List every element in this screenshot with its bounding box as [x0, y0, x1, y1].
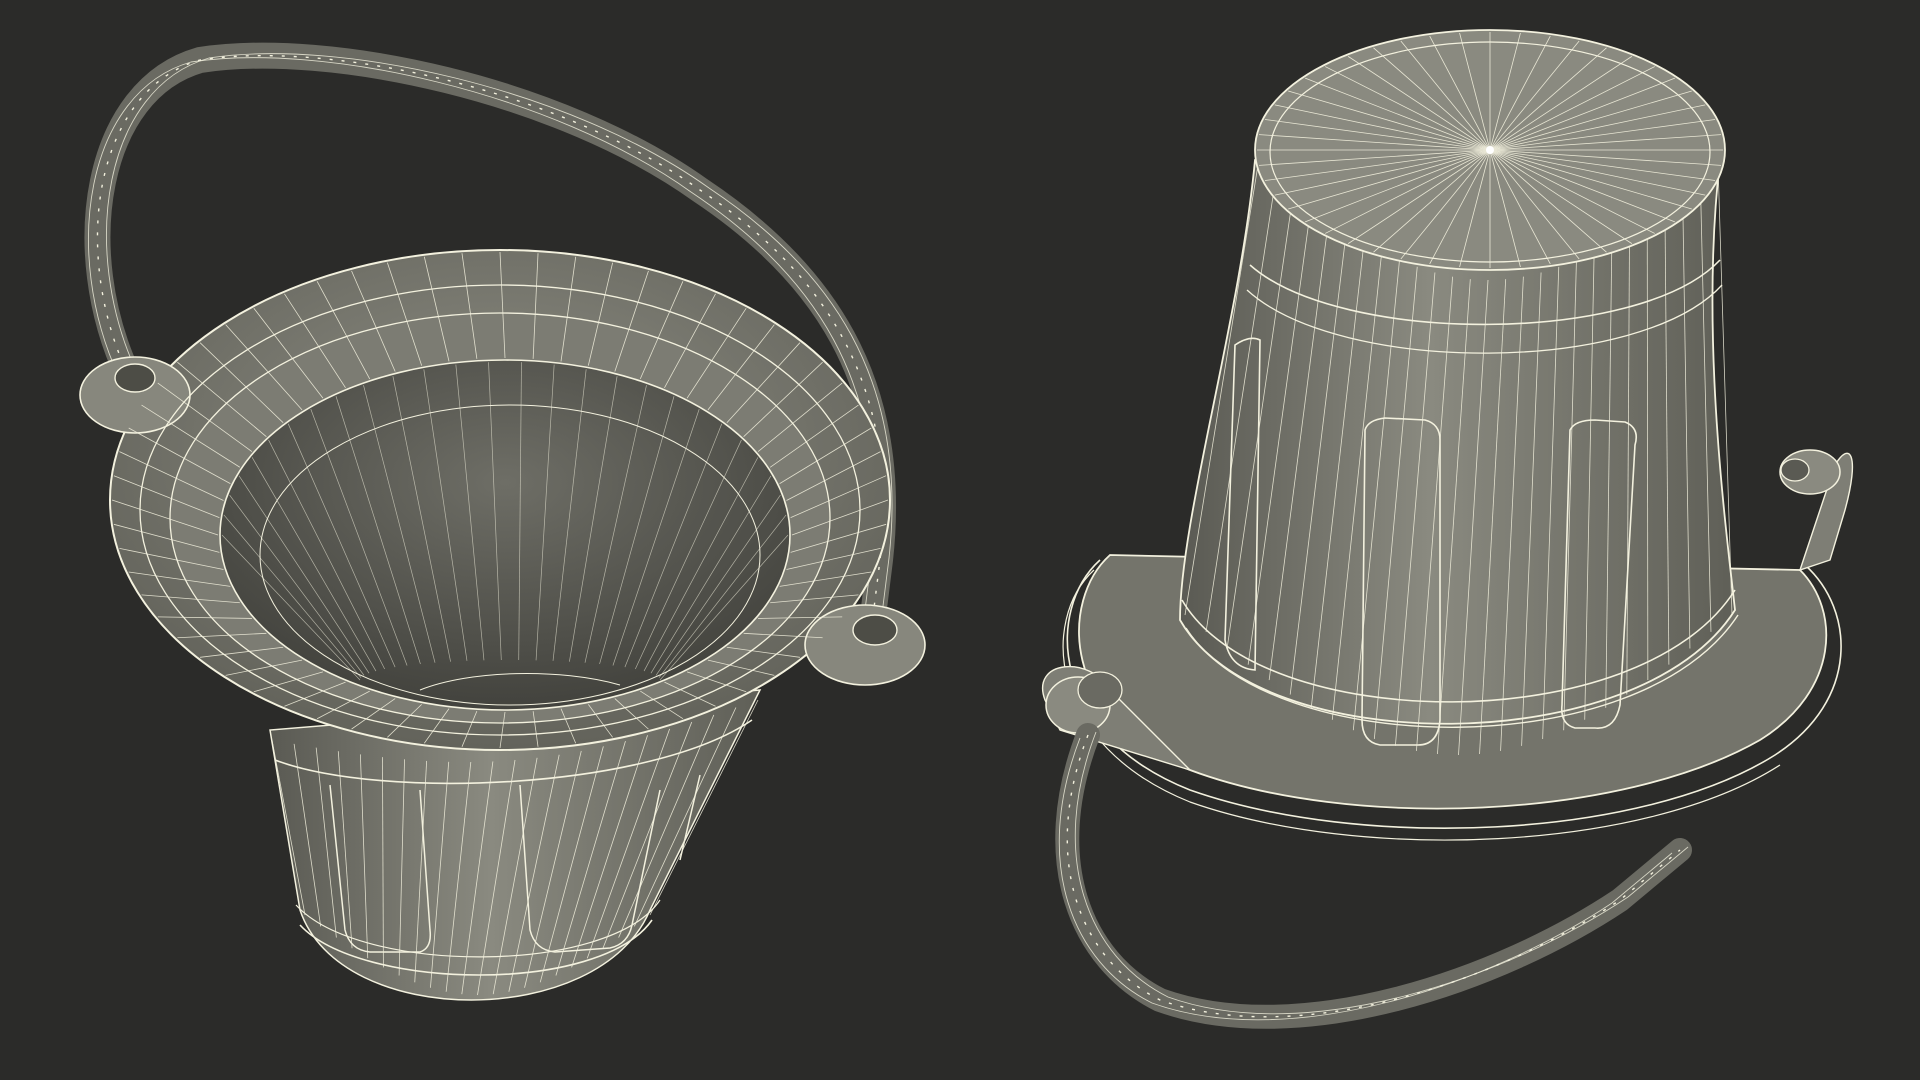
render-viewport	[0, 0, 1920, 1080]
wireframe-scene	[79, 29, 1854, 1029]
bucket-upright-model	[79, 42, 926, 1001]
bucket-opening	[219, 359, 791, 711]
handle-lug-right	[1779, 449, 1854, 572]
bucket-inverted-model	[1042, 29, 1854, 1029]
